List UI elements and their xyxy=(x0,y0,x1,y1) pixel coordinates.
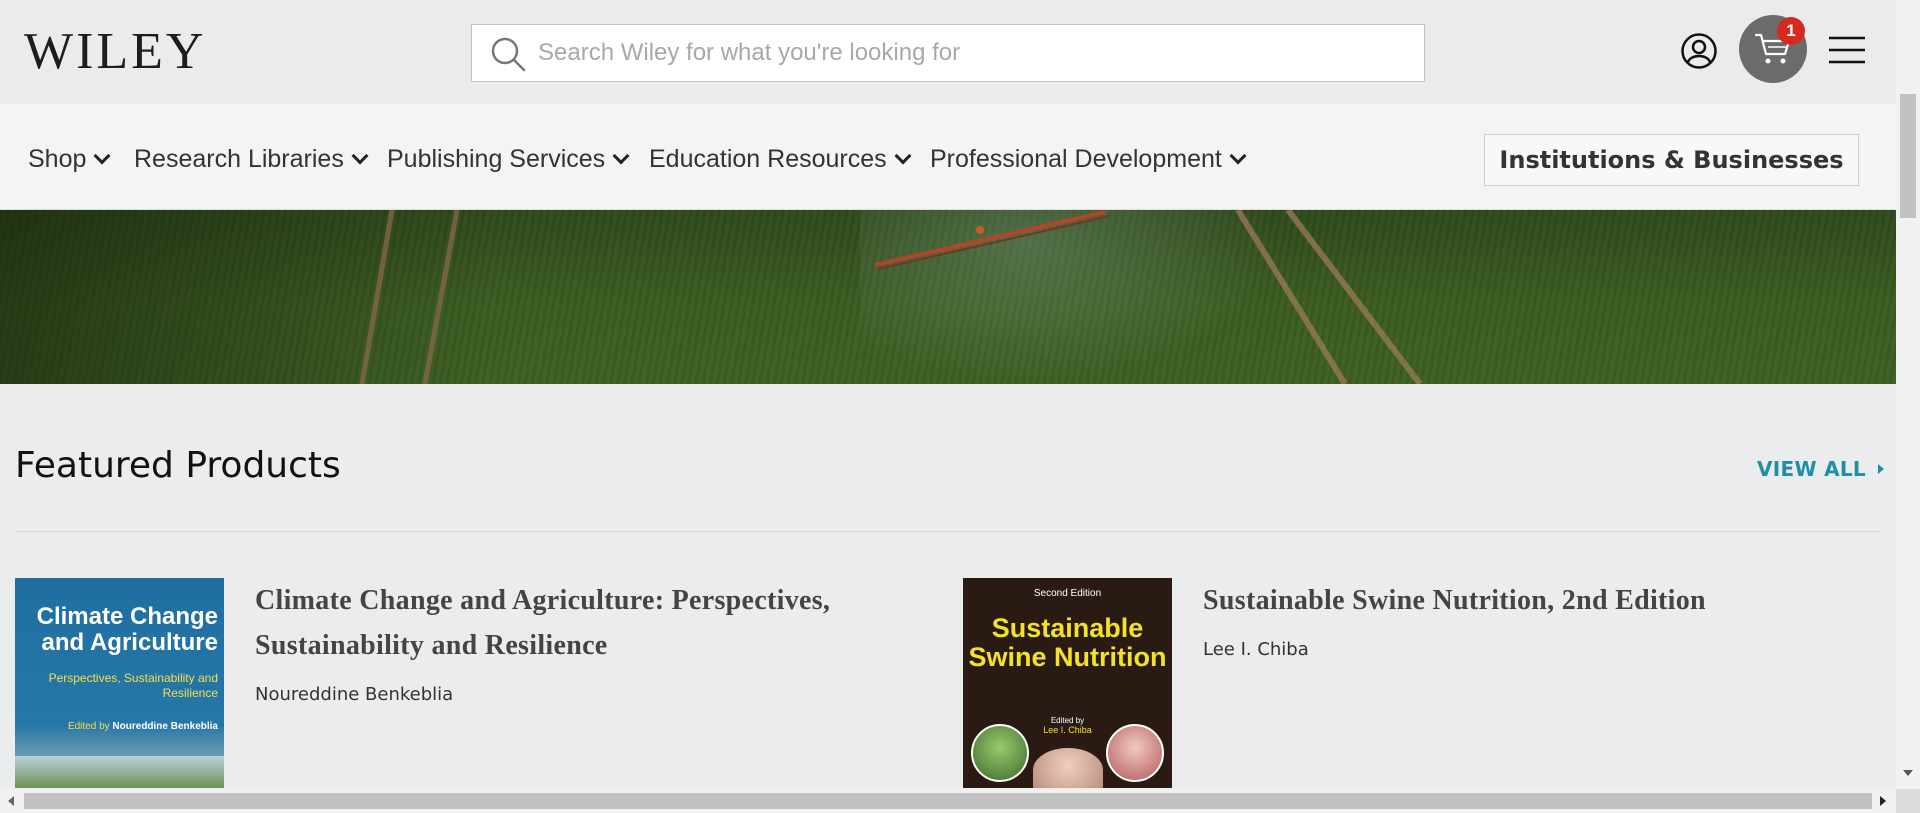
chevron-down-icon xyxy=(894,147,912,165)
cover-editor-name: Noureddine Benkeblia xyxy=(112,721,218,732)
main-navigation: Shop Research Libraries Publishing Servi… xyxy=(0,104,1896,210)
top-header: WILEY 1 xyxy=(0,0,1896,104)
nav-item-label: Professional Development xyxy=(930,145,1222,173)
chevron-down-icon xyxy=(351,147,369,165)
horizontal-scrollbar[interactable] xyxy=(0,789,1896,813)
product-cover-image[interactable]: Climate Change and Agriculture Perspecti… xyxy=(15,578,224,788)
cart-count-badge: 1 xyxy=(1777,17,1805,45)
hero-banner-image xyxy=(0,210,1896,384)
scrollbar-corner xyxy=(1896,789,1920,813)
nav-item-shop[interactable]: Shop xyxy=(28,144,111,174)
nav-item-label: Shop xyxy=(28,145,87,173)
view-all-link[interactable]: VIEW ALL xyxy=(1757,457,1884,481)
view-all-label: VIEW ALL xyxy=(1757,457,1866,481)
cover-title: Sustainable Swine Nutrition xyxy=(968,613,1167,672)
search-box[interactable] xyxy=(471,24,1425,82)
nav-item-education-resources[interactable]: Education Resources xyxy=(649,144,912,174)
cover-photo-pig xyxy=(1033,748,1103,788)
institutions-businesses-button[interactable]: Institutions & Businesses xyxy=(1484,134,1859,186)
scroll-down-arrow-icon[interactable] xyxy=(1903,770,1913,776)
field-tracks xyxy=(359,210,1423,384)
nav-item-research-libraries[interactable]: Research Libraries xyxy=(134,144,369,174)
cover-edited-by: Edited by xyxy=(67,721,110,732)
hamburger-menu-icon[interactable] xyxy=(1829,35,1865,65)
section-divider xyxy=(15,531,1881,532)
vertical-scrollbar-thumb[interactable] xyxy=(1900,94,1916,218)
product-cover-image[interactable]: Second Edition Sustainable Swine Nutriti… xyxy=(963,578,1172,788)
cover-editor: Edited by Noureddine Benkeblia xyxy=(25,721,218,732)
cover-photo-right xyxy=(1106,724,1164,782)
chevron-down-icon xyxy=(612,147,630,165)
nav-item-publishing-services[interactable]: Publishing Services xyxy=(387,144,630,174)
search-icon[interactable] xyxy=(490,36,526,72)
nav-item-label: Education Resources xyxy=(649,145,887,173)
vertical-scrollbar[interactable] xyxy=(1896,0,1920,789)
search-input[interactable] xyxy=(538,33,1398,73)
chevron-down-icon xyxy=(1229,147,1247,165)
chevron-down-icon xyxy=(93,147,111,165)
account-icon[interactable] xyxy=(1680,32,1718,70)
nav-item-label: Research Libraries xyxy=(134,145,344,173)
caret-right-icon xyxy=(1877,464,1884,474)
featured-products-heading: Featured Products xyxy=(15,445,341,486)
product-title[interactable]: Sustainable Swine Nutrition, 2nd Edition xyxy=(1203,578,1853,623)
nav-item-label: Publishing Services xyxy=(387,145,606,173)
product-author: Noureddine Benkeblia xyxy=(255,684,454,705)
cover-landscape xyxy=(15,756,224,788)
product-author: Lee I. Chiba xyxy=(1203,639,1309,660)
cover-photo-left xyxy=(971,724,1029,782)
product-title[interactable]: Climate Change and Agriculture: Perspect… xyxy=(255,578,945,668)
scroll-left-arrow-icon[interactable] xyxy=(8,796,14,806)
wiley-logo[interactable]: WILEY xyxy=(24,24,206,80)
horizontal-scrollbar-thumb[interactable] xyxy=(24,793,1872,809)
scroll-right-arrow-icon[interactable] xyxy=(1880,796,1886,806)
cover-edition: Second Edition xyxy=(1033,588,1102,599)
nav-item-professional-development[interactable]: Professional Development xyxy=(930,144,1247,174)
cover-subtitle: Perspectives, Sustainability and Resilie… xyxy=(48,671,218,700)
cover-title: Climate Change and Agriculture xyxy=(36,603,218,656)
